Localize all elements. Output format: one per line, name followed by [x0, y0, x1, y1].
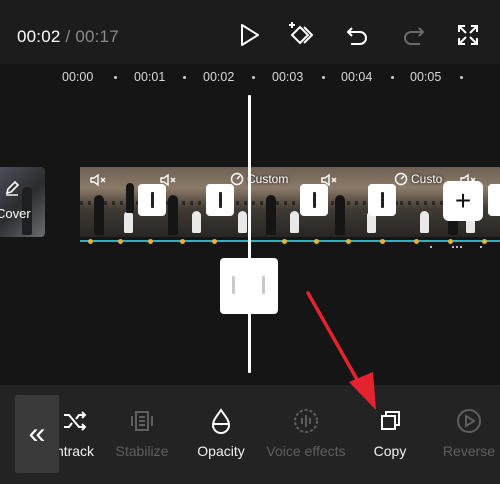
stabilize-icon: [127, 404, 157, 438]
keyframe-dot: [448, 239, 453, 244]
cover-thumbnail[interactable]: [0, 167, 45, 237]
ruler-tick: 00:00: [62, 70, 94, 84]
play-icon: [241, 24, 259, 46]
time-display: 00:02 / 00:17: [17, 27, 119, 47]
next-transition-button[interactable]: [488, 184, 500, 216]
play-button[interactable]: [233, 18, 267, 52]
trim-handle-left[interactable]: [232, 276, 235, 294]
keyframe-dot: [118, 239, 123, 244]
keyframe-dot: [482, 239, 487, 244]
custom-label: Custom: [247, 172, 289, 186]
ruler-dot: [460, 76, 463, 79]
reverse-tool[interactable]: Reverse: [424, 404, 500, 459]
collapse-toolbar-button[interactable]: «: [15, 395, 59, 473]
stabilize-label: Stabilize: [115, 443, 169, 459]
ruler-tick: 00:05: [410, 70, 442, 84]
keyframe-dot: [180, 239, 185, 244]
double-chevron-left-icon: «: [28, 417, 46, 450]
annotation-arrow: [306, 291, 376, 410]
ruler-dot: [322, 76, 325, 79]
plus-icon: +: [454, 185, 472, 216]
waveform-mark: [456, 246, 458, 248]
custom-label: Custo: [411, 172, 443, 186]
current-time: 00:02: [17, 27, 61, 46]
reverse-icon: [454, 404, 484, 438]
keyframe-dot: [314, 239, 319, 244]
total-duration: 00:17: [75, 27, 119, 46]
redo-icon: [404, 27, 425, 45]
track-line: [80, 240, 500, 242]
edit-cover-icon: [4, 180, 20, 201]
keyframe-add-icon: [289, 22, 314, 45]
drop-icon: [206, 404, 236, 438]
copy-label: Copy: [373, 443, 407, 459]
opacity-tool[interactable]: Opacity: [176, 404, 266, 459]
trim-handle-right[interactable]: [262, 276, 265, 294]
ruler-dot: [252, 76, 255, 79]
speed-icon: [394, 172, 408, 186]
transition-button[interactable]: [206, 184, 234, 216]
playhead[interactable]: [248, 95, 251, 373]
time-separator: /: [60, 27, 76, 46]
undo-icon: [346, 27, 367, 45]
keyframe-dot: [414, 239, 419, 244]
ruler-dot: [183, 76, 186, 79]
waveform-mark: [480, 246, 482, 248]
ruler-tick: 00:04: [341, 70, 373, 84]
keyframe-dot: [346, 239, 351, 244]
voice-effects-label: Voice effects: [266, 443, 346, 459]
waveform-mark: [452, 246, 454, 248]
cover-label: Cover: [0, 206, 31, 221]
opacity-label: Opacity: [197, 443, 245, 459]
reverse-label: Reverse: [442, 443, 496, 459]
keyframe-dot: [88, 239, 93, 244]
stabilize-tool[interactable]: Stabilize: [97, 404, 187, 459]
waveform-mark: [430, 246, 432, 248]
ruler-dot: [114, 76, 117, 79]
undo-button[interactable]: [341, 18, 375, 52]
transition-button[interactable]: [138, 184, 166, 216]
ruler-tick: 00:01: [134, 70, 166, 84]
keyframe-dot: [212, 239, 217, 244]
keyframe-dot: [380, 239, 385, 244]
ruler-tick: 00:03: [272, 70, 304, 84]
transition-button[interactable]: [368, 184, 396, 216]
ruler-tick: 00:02: [203, 70, 235, 84]
ruler-dot: [391, 76, 394, 79]
keyframe-dot: [148, 239, 153, 244]
fullscreen-icon: [458, 25, 478, 45]
speed-custom-badge: Custo: [394, 172, 442, 186]
add-keyframe-button[interactable]: [284, 18, 318, 52]
mute-icon: [90, 173, 106, 192]
redo-button[interactable]: [396, 18, 430, 52]
transition-button[interactable]: [300, 184, 328, 216]
fullscreen-button[interactable]: [451, 18, 485, 52]
extract-track-label: ntrack: [55, 443, 95, 459]
keyframe-dot: [282, 239, 287, 244]
shuffle-icon: [60, 404, 90, 438]
waveform-mark: [460, 246, 462, 248]
speed-custom-badge: Custom: [230, 172, 288, 186]
add-clip-button[interactable]: +: [443, 181, 483, 221]
